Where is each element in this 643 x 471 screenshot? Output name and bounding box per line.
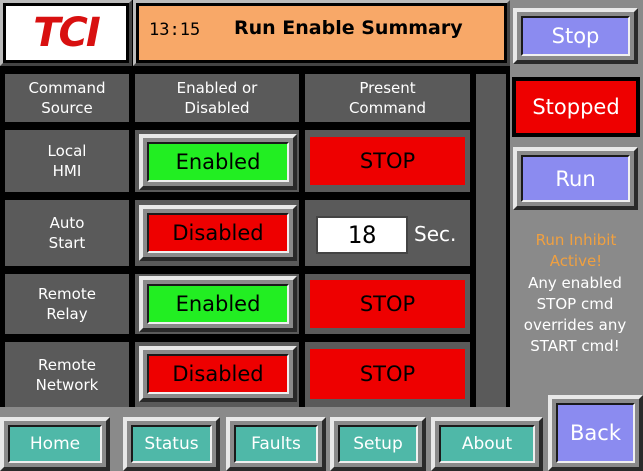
back-button[interactable]: Back (548, 395, 643, 471)
nav-about-label: About (439, 425, 535, 463)
nav-status-label: Status (131, 425, 212, 463)
page-title: Run Enable Summary (234, 17, 463, 39)
local-hmi-status-label: Enabled (147, 142, 289, 182)
auto-start-status-button[interactable]: Disabled (139, 205, 297, 261)
stopped-indicator: Stopped (512, 77, 640, 137)
remote-network-status-button[interactable]: Disabled (139, 346, 297, 402)
auto-start-status-label: Disabled (147, 213, 289, 253)
nav-home-label: Home (8, 425, 102, 463)
nav-about-button[interactable]: About (431, 417, 543, 471)
logo-box: TCI (0, 0, 132, 66)
header-bar: 13:15 Run Enable Summary (133, 0, 510, 66)
remote-relay-command: STOP (310, 280, 465, 328)
nav-faults-label: Faults (234, 425, 318, 463)
nav-setup-button[interactable]: Setup (330, 417, 426, 471)
col-header-status: Enabled or Disabled (135, 74, 299, 122)
remote-network-status-label: Disabled (147, 354, 289, 394)
run-inhibit-message: Run Inhibit Active! (535, 231, 617, 270)
local-hmi-status-button[interactable]: Enabled (139, 134, 297, 190)
override-note: Any enabled STOP cmd overrides any START… (523, 274, 627, 355)
row-label-auto-start: Auto Start (5, 200, 129, 266)
row-label-local-hmi: Local HMI (5, 130, 129, 192)
nav-status-button[interactable]: Status (123, 417, 220, 471)
nav-home-button[interactable]: Home (0, 417, 110, 471)
tci-logo: TCI (33, 10, 101, 56)
nav-setup-label: Setup (338, 425, 418, 463)
run-button-label: Run (521, 155, 630, 202)
remote-network-command: STOP (310, 349, 465, 399)
row-label-remote-network: Remote Network (5, 342, 129, 407)
auto-start-timer-field[interactable]: 18 (316, 216, 408, 254)
back-button-label: Back (556, 403, 635, 463)
auto-start-timer-unit: Sec. (414, 222, 457, 246)
stop-button[interactable]: Stop (513, 8, 638, 64)
nav-faults-button[interactable]: Faults (226, 417, 326, 471)
row-label-remote-relay: Remote Relay (5, 274, 129, 334)
col-header-command: Present Command (305, 74, 470, 122)
stopped-label: Stopped (516, 81, 636, 133)
remote-relay-status-button[interactable]: Enabled (139, 276, 297, 332)
local-hmi-command: STOP (310, 137, 465, 185)
header-gap (476, 74, 506, 407)
run-button[interactable]: Run (513, 147, 638, 210)
col-header-source: Command Source (5, 74, 129, 122)
remote-relay-status-label: Enabled (147, 284, 289, 324)
clock-time: 13:15 (149, 20, 201, 40)
auto-start-timer-value: 18 (347, 221, 377, 249)
stop-button-label: Stop (521, 16, 630, 56)
